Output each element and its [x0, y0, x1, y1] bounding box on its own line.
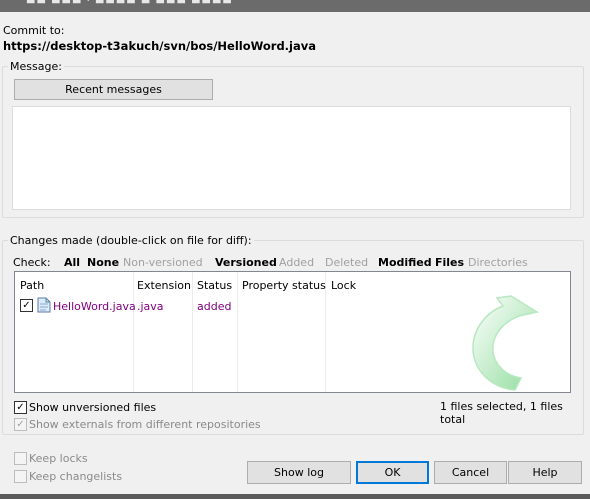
- keep-changelists-label[interactable]: Keep changelists: [29, 470, 122, 483]
- column-extension[interactable]: Extension: [137, 279, 191, 292]
- show-externals-checkbox[interactable]: ✓: [14, 418, 27, 431]
- message-textarea[interactable]: [12, 106, 571, 210]
- help-button[interactable]: Help: [508, 461, 582, 484]
- column-status[interactable]: Status: [197, 279, 232, 292]
- filter-added: Added: [279, 256, 315, 269]
- check-label: Check:: [13, 256, 51, 269]
- message-legend: Message:: [8, 60, 64, 73]
- recent-messages-button[interactable]: Recent messages: [14, 79, 213, 100]
- row-status: added: [197, 300, 232, 313]
- keep-changelists-checkbox[interactable]: [14, 470, 27, 483]
- commit-to-label: Commit to:: [3, 24, 65, 37]
- java-file-icon: [37, 297, 51, 313]
- show-externals-label[interactable]: Show externals from different repositori…: [29, 418, 261, 431]
- bottom-edge: [0, 494, 590, 499]
- cancel-button[interactable]: Cancel: [434, 461, 507, 484]
- show-unversioned-checkbox[interactable]: ✓: [14, 401, 27, 414]
- row-checkbox[interactable]: ✓: [20, 299, 33, 312]
- filter-versioned[interactable]: Versioned: [215, 256, 277, 269]
- filter-files[interactable]: Files: [435, 256, 464, 269]
- keep-locks-checkbox[interactable]: [14, 452, 27, 465]
- changes-list[interactable]: Path Extension Status Property status Lo…: [14, 271, 571, 393]
- row-extension: .java: [137, 300, 164, 313]
- ok-button[interactable]: OK: [356, 461, 429, 484]
- filter-modified[interactable]: Modified: [378, 256, 432, 269]
- filter-none[interactable]: None: [87, 256, 119, 269]
- show-unversioned-label[interactable]: Show unversioned files: [29, 401, 156, 414]
- filter-all[interactable]: All: [64, 256, 80, 269]
- filter-directories: Directories: [468, 256, 528, 269]
- tortoisesvn-watermark-icon: [472, 295, 539, 391]
- column-lock[interactable]: Lock: [331, 279, 356, 292]
- show-log-button[interactable]: Show log: [247, 461, 351, 484]
- row-path: HelloWord.java: [53, 300, 136, 313]
- column-path[interactable]: Path: [20, 279, 44, 292]
- keep-locks-label[interactable]: Keep locks: [29, 452, 88, 465]
- title-bar: ▬▬ ▬▬▬ · ▬▬▬▬ ▬ ▬▬▬ ▬▬▬▬: [0, 0, 590, 12]
- filter-non-versioned: Non-versioned: [123, 256, 203, 269]
- commit-url: https://desktop-t3akuch/svn/bos/HelloWor…: [3, 39, 317, 53]
- column-property-status[interactable]: Property status: [242, 279, 326, 292]
- filter-deleted: Deleted: [325, 256, 369, 269]
- selection-info: 1 files selected, 1 files total: [440, 400, 563, 426]
- changes-legend: Changes made (double-click on file for d…: [8, 234, 254, 247]
